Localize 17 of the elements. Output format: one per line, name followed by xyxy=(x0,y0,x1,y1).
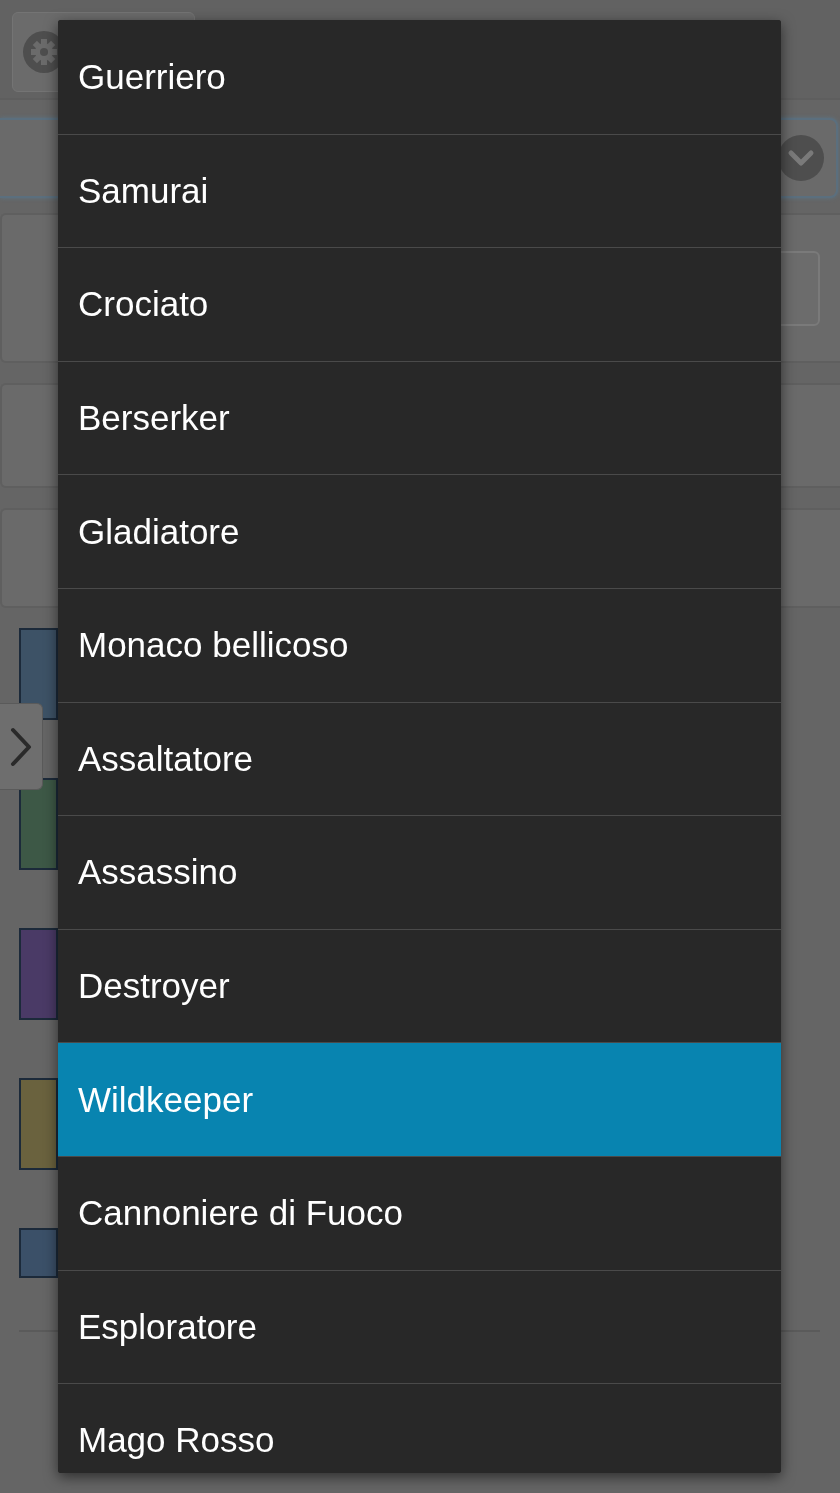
menu-item[interactable]: Gladiatore xyxy=(58,474,781,588)
menu-item[interactable]: Assassino xyxy=(58,815,781,929)
menu-item[interactable]: Destroyer xyxy=(58,928,781,1043)
photo-placeholder xyxy=(19,1228,58,1278)
menu-item[interactable]: Crociato xyxy=(58,247,781,361)
chevron-down-icon xyxy=(778,135,824,181)
side-tab-button[interactable] xyxy=(0,703,43,790)
menu-item[interactable]: Wildkeeper xyxy=(58,1042,781,1156)
menu-item[interactable]: Guerriero xyxy=(58,20,781,134)
menu-item[interactable]: Monaco bellicoso xyxy=(58,587,781,702)
menu-item[interactable]: Berserker xyxy=(58,360,781,475)
chevron-right-icon xyxy=(10,726,32,767)
menu-item[interactable]: Cannoniere di Fuoco xyxy=(58,1155,781,1270)
menu-item[interactable]: Mago Rosso xyxy=(58,1383,781,1473)
menu-item[interactable]: Esploratore xyxy=(58,1269,781,1384)
menu-item[interactable]: Samurai xyxy=(58,133,781,248)
menu-item[interactable]: Assaltatore xyxy=(58,701,781,816)
